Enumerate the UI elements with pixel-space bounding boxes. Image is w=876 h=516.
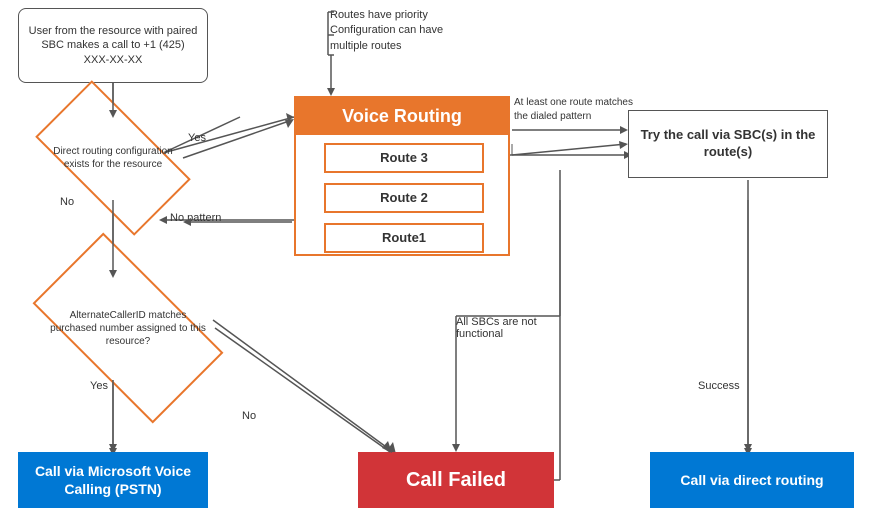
start-box: User from the resource with paired SBC m… [18,8,208,83]
label-yes1: Yes [188,132,206,144]
try-call-box: Try the call via SBC(s) in the route(s) [628,110,828,178]
diamond-caller-id: AlternateCallerID matches purchased numb… [43,278,213,378]
route2-box: Route 2 [324,183,484,213]
call-direct-box: Call via direct routing [650,452,854,508]
note-route-match: At least one route matches the dialed pa… [514,96,634,124]
call-failed-box: Call Failed [358,452,554,508]
label-no2: No [242,410,256,422]
label-no-pattern: No pattern [170,212,221,224]
diamond-direct-routing: Direct routing configuration exists for … [43,118,183,198]
label-success: Success [698,380,740,392]
route1-box: Route1 [324,223,484,253]
diagram: User from the resource with paired SBC m… [0,0,876,516]
label-yes2: Yes [90,380,108,392]
label-no1: No [60,196,74,208]
call-pstn-box: Call via Microsoft Voice Calling (PSTN) [18,452,208,508]
note-top: Routes have priority Configuration can h… [330,8,510,54]
label-all-sbc: All SBCs are not functional [456,316,566,340]
route3-box: Route 3 [324,143,484,173]
voice-routing-title: Voice Routing [296,98,508,135]
